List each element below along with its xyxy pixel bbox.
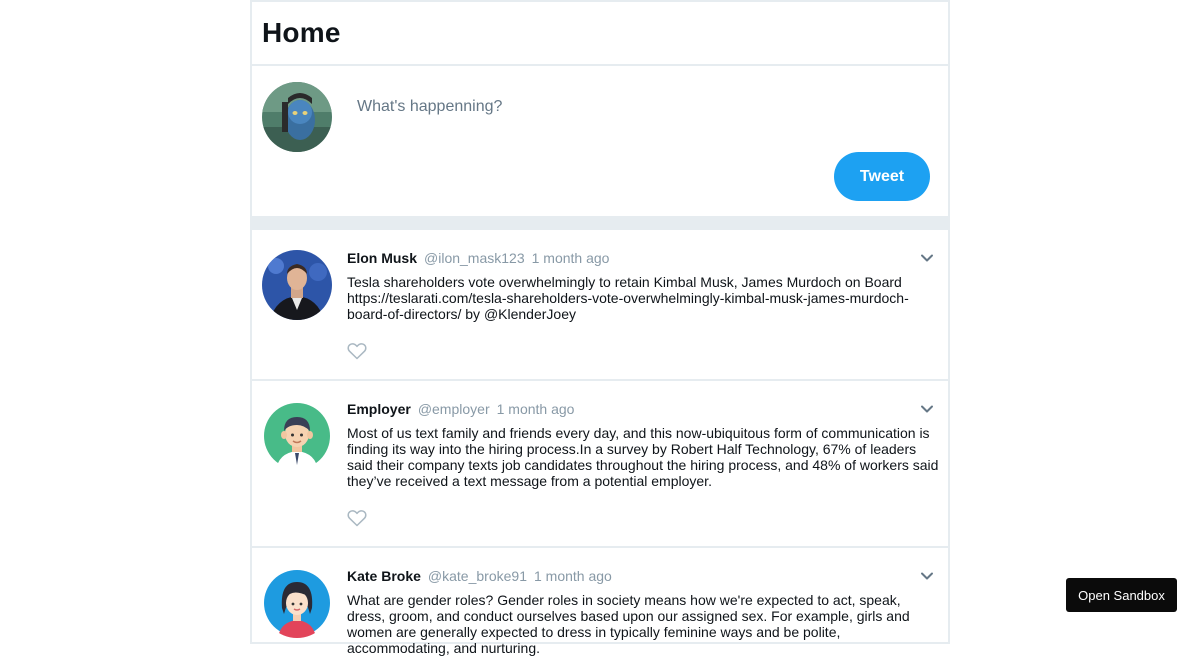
tweet-timestamp: 1 month ago bbox=[496, 401, 575, 417]
heart-icon[interactable] bbox=[347, 342, 367, 360]
author-avatar[interactable] bbox=[262, 568, 332, 638]
heart-icon[interactable] bbox=[347, 509, 367, 527]
tweet-item[interactable]: Employer @employer 1 month ago Most of u… bbox=[252, 381, 948, 548]
tweet-content: Kate Broke @kate_broke91 1 month ago Wha… bbox=[347, 568, 940, 656]
home-feed: Home What's happenning? Tweet Elon Musk … bbox=[250, 0, 950, 656]
author-name[interactable]: Elon Musk bbox=[347, 250, 417, 266]
tweet-item[interactable]: Elon Musk @ilon_mask123 1 month ago Tesl… bbox=[252, 230, 948, 381]
tweet-meta: Elon Musk @ilon_mask123 1 month ago bbox=[347, 250, 940, 266]
user-avatar[interactable] bbox=[262, 82, 332, 152]
tweet-text: Tesla shareholders vote overwhelmingly t… bbox=[347, 274, 909, 322]
page-title: Home bbox=[262, 17, 341, 48]
tweet-timestamp: 1 month ago bbox=[533, 568, 612, 584]
author-avatar[interactable] bbox=[262, 250, 332, 320]
author-avatar[interactable] bbox=[262, 401, 332, 471]
tweet-timestamp: 1 month ago bbox=[531, 250, 610, 266]
chevron-down-icon[interactable] bbox=[920, 571, 934, 581]
author-handle[interactable]: @employer bbox=[418, 401, 490, 417]
section-divider bbox=[252, 216, 948, 230]
author-name[interactable]: Kate Broke bbox=[347, 568, 421, 584]
compose-input[interactable]: What's happenning? bbox=[357, 98, 502, 116]
tweet-content: Employer @employer 1 month ago Most of u… bbox=[347, 401, 940, 489]
tweet-text: What are gender roles? Gender roles in s… bbox=[347, 592, 910, 656]
chevron-down-icon[interactable] bbox=[920, 253, 934, 263]
author-name[interactable]: Employer bbox=[347, 401, 411, 417]
tweet-meta: Employer @employer 1 month ago bbox=[347, 401, 940, 417]
open-sandbox-button[interactable]: Open Sandbox bbox=[1066, 578, 1177, 612]
author-handle[interactable]: @kate_broke91 bbox=[428, 568, 527, 584]
tweet-composer: What's happenning? Tweet bbox=[252, 66, 948, 216]
tweet-button[interactable]: Tweet bbox=[834, 152, 930, 201]
tweet-content: Elon Musk @ilon_mask123 1 month ago Tesl… bbox=[347, 250, 940, 322]
tweet-meta: Kate Broke @kate_broke91 1 month ago bbox=[347, 568, 940, 584]
tweet-text: Most of us text family and friends every… bbox=[347, 425, 939, 489]
author-handle[interactable]: @ilon_mask123 bbox=[424, 250, 525, 266]
chevron-down-icon[interactable] bbox=[920, 404, 934, 414]
page-header: Home bbox=[252, 2, 948, 66]
tweet-item[interactable]: Kate Broke @kate_broke91 1 month ago Wha… bbox=[252, 548, 948, 668]
